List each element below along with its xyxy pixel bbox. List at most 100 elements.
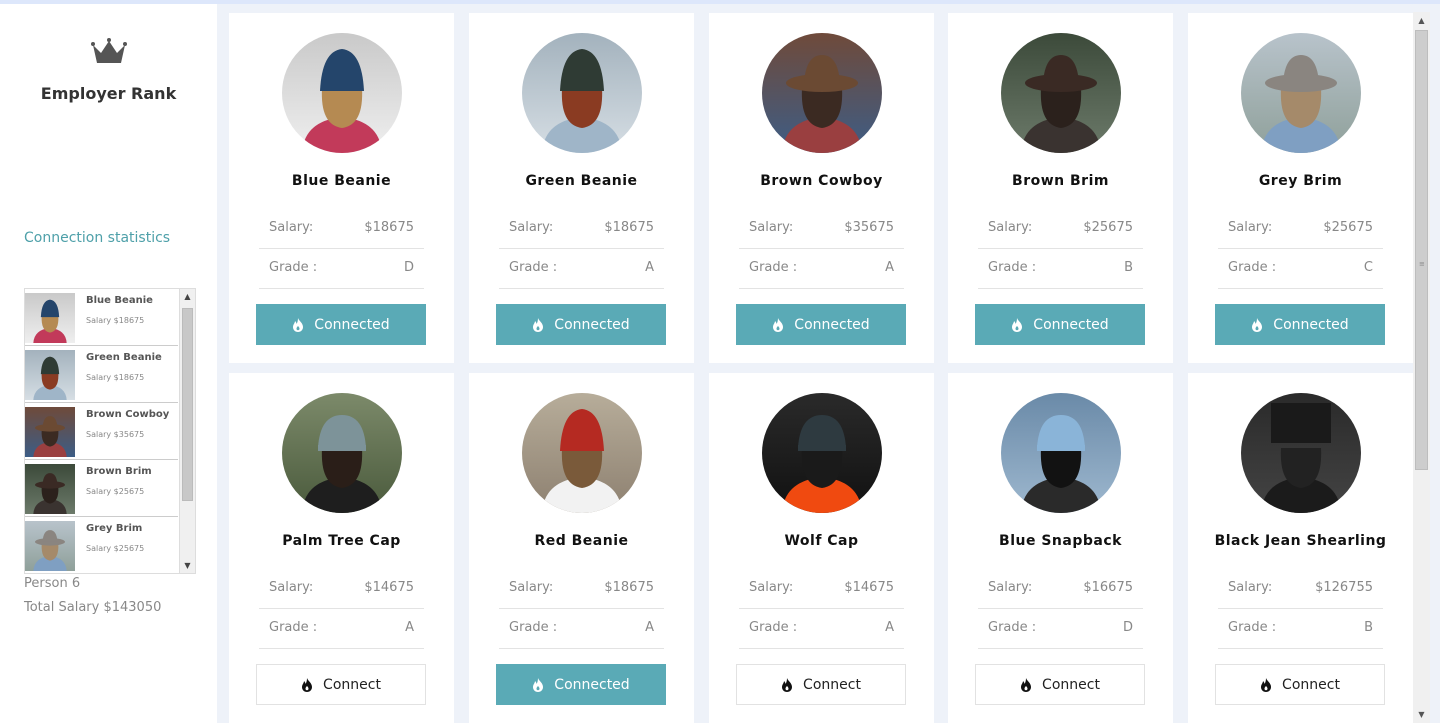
salary-label: Salary: bbox=[509, 220, 554, 235]
employee-name: Blue Snapback bbox=[999, 533, 1122, 549]
connection-salary: Salary $18675 bbox=[86, 373, 145, 382]
salary-label: Salary: bbox=[509, 580, 554, 595]
flame-icon bbox=[302, 677, 313, 692]
salary-label: Salary: bbox=[749, 220, 794, 235]
grade-label: Grade : bbox=[509, 620, 558, 635]
connect-button[interactable]: Connect bbox=[975, 664, 1145, 705]
employee-card: Red Beanie Salary: $18675 Grade : A Conn… bbox=[469, 373, 694, 723]
employee-avatar bbox=[522, 393, 642, 513]
salary-value: $25675 bbox=[1323, 220, 1373, 235]
page-scrollbar[interactable]: ▲ ≡ ▼ bbox=[1413, 12, 1430, 723]
employee-avatar bbox=[1241, 33, 1361, 153]
employee-card: Blue Snapback Salary: $16675 Grade : D C… bbox=[948, 373, 1173, 723]
salary-value: $14675 bbox=[844, 580, 894, 595]
connect-button[interactable]: Connect bbox=[736, 664, 906, 705]
employee-avatar bbox=[1001, 33, 1121, 153]
salary-value: $14675 bbox=[364, 580, 414, 595]
salary-value: $16675 bbox=[1083, 580, 1133, 595]
employee-card: Wolf Cap Salary: $14675 Grade : A Connec… bbox=[709, 373, 934, 723]
connected-button[interactable]: Connected bbox=[1215, 304, 1385, 345]
connection-name: Green Beanie bbox=[86, 352, 162, 363]
connected-button[interactable]: Connected bbox=[496, 664, 666, 705]
connection-list-scrollbar[interactable]: ▲ ▼ bbox=[179, 289, 195, 573]
connection-list[interactable]: Blue Beanie Salary $18675 Green Beanie S… bbox=[24, 288, 196, 574]
grade-value: B bbox=[1364, 620, 1373, 635]
connection-item[interactable]: Green Beanie Salary $18675 bbox=[25, 346, 178, 403]
salary-label: Salary: bbox=[749, 580, 794, 595]
employee-avatar bbox=[282, 393, 402, 513]
grade-row: Grade : B bbox=[1218, 608, 1383, 649]
salary-row: Salary: $14675 bbox=[259, 568, 424, 609]
grade-row: Grade : B bbox=[978, 248, 1143, 289]
grade-row: Grade : A bbox=[499, 248, 664, 289]
connection-name: Brown Cowboy bbox=[86, 409, 170, 420]
connected-button[interactable]: Connected bbox=[256, 304, 426, 345]
connected-button[interactable]: Connected bbox=[496, 304, 666, 345]
employee-card: Blue Beanie Salary: $18675 Grade : D Con… bbox=[229, 13, 454, 363]
grade-label: Grade : bbox=[988, 260, 1037, 275]
scroll-thumb[interactable]: ≡ bbox=[1415, 30, 1428, 470]
button-label: Connect bbox=[803, 676, 861, 693]
salary-value: $35675 bbox=[844, 220, 894, 235]
scroll-up-icon[interactable]: ▲ bbox=[1413, 12, 1430, 29]
total-salary: Total Salary $143050 bbox=[24, 600, 162, 615]
grade-value: D bbox=[403, 260, 414, 275]
connected-button[interactable]: Connected bbox=[975, 304, 1145, 345]
employee-avatar bbox=[522, 33, 642, 153]
connection-item[interactable]: Grey Brim Salary $25675 bbox=[25, 517, 178, 573]
flame-icon bbox=[533, 317, 544, 332]
connection-salary: Salary $25675 bbox=[86, 544, 145, 553]
employee-avatar bbox=[1001, 393, 1121, 513]
connect-button[interactable]: Connect bbox=[1215, 664, 1385, 705]
connection-item[interactable]: Brown Cowboy Salary $35675 bbox=[25, 403, 178, 460]
scroll-up-icon[interactable]: ▲ bbox=[180, 289, 195, 304]
grip-icon: ≡ bbox=[1419, 260, 1425, 268]
crown-icon bbox=[91, 38, 127, 63]
grade-row: Grade : A bbox=[739, 248, 904, 289]
connection-avatar bbox=[25, 293, 75, 343]
grade-row: Grade : D bbox=[259, 248, 424, 289]
employee-name: Wolf Cap bbox=[784, 533, 859, 549]
button-label: Connected bbox=[554, 316, 630, 333]
scroll-down-icon[interactable]: ▼ bbox=[180, 558, 195, 573]
connection-salary: Salary $25675 bbox=[86, 487, 145, 496]
scroll-down-icon[interactable]: ▼ bbox=[1413, 706, 1430, 723]
connection-item[interactable]: Brown Brim Salary $25675 bbox=[25, 460, 178, 517]
employee-avatar bbox=[762, 33, 882, 153]
employee-card: Brown Brim Salary: $25675 Grade : B Conn… bbox=[948, 13, 1173, 363]
brand-title: Employer Rank bbox=[40, 84, 177, 103]
salary-row: Salary: $126755 bbox=[1218, 568, 1383, 609]
connection-avatar bbox=[25, 350, 75, 400]
connection-item[interactable]: Blue Beanie Salary $18675 bbox=[25, 289, 178, 346]
employee-avatar bbox=[282, 33, 402, 153]
grade-row: Grade : A bbox=[259, 608, 424, 649]
flame-icon bbox=[1261, 677, 1272, 692]
connected-button[interactable]: Connected bbox=[736, 304, 906, 345]
button-label: Connected bbox=[1033, 316, 1109, 333]
salary-row: Salary: $16675 bbox=[978, 568, 1143, 609]
employee-name: Red Beanie bbox=[534, 533, 629, 549]
employee-card: Green Beanie Salary: $18675 Grade : A Co… bbox=[469, 13, 694, 363]
salary-row: Salary: $25675 bbox=[978, 208, 1143, 249]
connection-name: Blue Beanie bbox=[86, 295, 153, 306]
connect-button[interactable]: Connect bbox=[256, 664, 426, 705]
salary-label: Salary: bbox=[269, 580, 314, 595]
connection-avatar bbox=[25, 464, 75, 514]
employee-avatar bbox=[1241, 393, 1361, 513]
flame-icon bbox=[773, 317, 784, 332]
button-label: Connect bbox=[1282, 676, 1340, 693]
scroll-thumb[interactable] bbox=[182, 308, 193, 501]
salary-value: $126755 bbox=[1315, 580, 1373, 595]
salary-label: Salary: bbox=[269, 220, 314, 235]
button-label: Connected bbox=[1273, 316, 1349, 333]
flame-icon bbox=[1021, 677, 1032, 692]
grade-value: D bbox=[1122, 620, 1133, 635]
grade-label: Grade : bbox=[509, 260, 558, 275]
salary-value: $18675 bbox=[364, 220, 414, 235]
connection-salary: Salary $35675 bbox=[86, 430, 145, 439]
connection-name: Grey Brim bbox=[86, 523, 143, 534]
flame-icon bbox=[1012, 317, 1023, 332]
salary-row: Salary: $25675 bbox=[1218, 208, 1383, 249]
flame-icon bbox=[293, 317, 304, 332]
connection-statistics-title: Connection statistics bbox=[24, 230, 171, 246]
